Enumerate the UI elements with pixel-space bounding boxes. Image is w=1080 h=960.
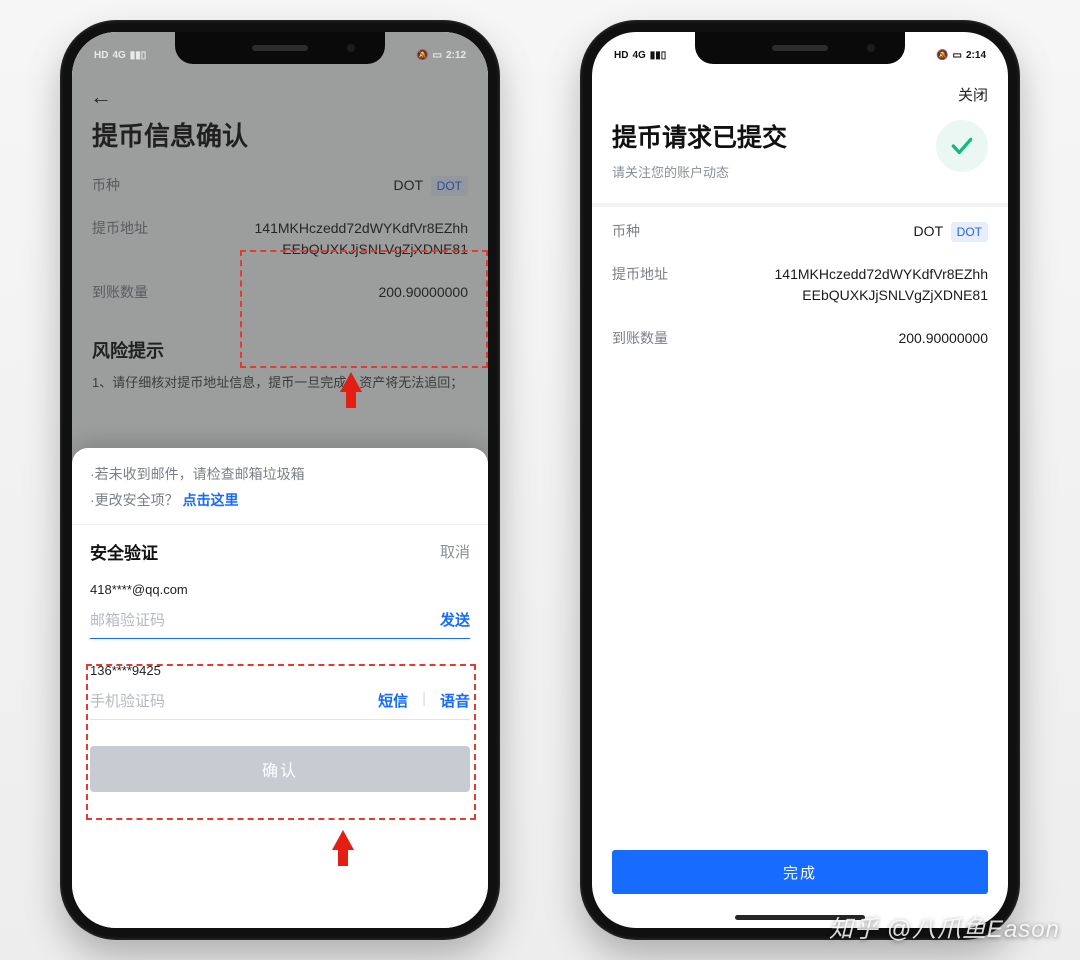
hint-change-security: ·更改安全项？ 点击这里 [90, 490, 470, 510]
signal-icon: ▮▮▯ [130, 50, 147, 61]
change-security-link[interactable]: 点击这里 [183, 492, 239, 508]
signal-icon: ▮▮▯ [650, 50, 667, 61]
battery-icon: ▭ [433, 50, 442, 61]
carrier-badge: HD [94, 50, 108, 61]
network-icon: 4G [112, 50, 125, 61]
watermark: 知乎 @八爪鱼Eason [829, 909, 1060, 944]
chain-badge: DOT [951, 222, 988, 242]
withdraw-submitted-page: 关闭 提币请求已提交 请关注您的账户动态 币种 DOT DOT [592, 32, 1008, 928]
dnd-icon: 🔕 [936, 50, 948, 61]
value-address: 141MKHczedd72dWYKdfVr8EZhh EEbQUXKJjSNLV… [775, 264, 988, 306]
cancel-button[interactable]: 取消 [440, 541, 470, 562]
phone-mock-left: HD 4G ▮▮▯ 🔕 ▭ 2:12 ← 提币信息确认 币种 [60, 20, 500, 940]
hint-check-spam: ·若未收到邮件，请检查邮箱垃圾箱 [90, 464, 470, 484]
dnd-icon: 🔕 [416, 50, 428, 61]
success-check-icon [936, 120, 988, 172]
confirm-button[interactable]: 确认 [90, 746, 470, 792]
email-code-placeholder: 邮箱验证码 [90, 609, 165, 630]
notch [175, 32, 385, 64]
screen-left: HD 4G ▮▮▯ 🔕 ▭ 2:12 ← 提币信息确认 币种 [72, 32, 488, 928]
send-voice-button[interactable]: 语音 [440, 690, 470, 711]
annotation-arrow-up-icon [332, 830, 354, 850]
email-masked: 418****@qq.com [90, 582, 470, 597]
notch [695, 32, 905, 64]
email-code-input[interactable]: 邮箱验证码 发送 [90, 597, 470, 639]
label-address: 提币地址 [612, 264, 668, 284]
close-button[interactable]: 关闭 [958, 84, 988, 105]
label-amount: 到账数量 [612, 328, 668, 348]
battery-icon: ▭ [953, 50, 962, 61]
security-verify-sheet: ·若未收到邮件，请检查邮箱垃圾箱 ·更改安全项？ 点击这里 安全验证 取消 41… [72, 448, 488, 928]
network-icon: 4G [632, 50, 645, 61]
clock: 2:14 [966, 50, 986, 61]
done-button[interactable]: 完成 [612, 850, 988, 894]
phone-code-input[interactable]: 手机验证码 短信 | 语音 [90, 678, 470, 720]
clock: 2:12 [446, 50, 466, 61]
page-subtitle: 请关注您的账户动态 [612, 162, 787, 181]
phone-masked: 136****9425 [90, 663, 470, 678]
value-amount: 200.90000000 [898, 328, 988, 349]
annotation-arrow-up-icon [340, 372, 362, 392]
sheet-title: 安全验证 [90, 539, 158, 564]
label-coin: 币种 [612, 221, 640, 241]
send-email-code-button[interactable]: 发送 [440, 609, 470, 630]
phone-code-placeholder: 手机验证码 [90, 690, 165, 711]
phone-mock-right: HD 4G ▮▮▯ 🔕 ▭ 2:14 关闭 提币请求已提交 请关注您的账户动态 [580, 20, 1020, 940]
screen-right: HD 4G ▮▮▯ 🔕 ▭ 2:14 关闭 提币请求已提交 请关注您的账户动态 [592, 32, 1008, 928]
section-divider [592, 203, 1008, 207]
divider: | [422, 690, 426, 711]
send-sms-button[interactable]: 短信 [378, 690, 408, 711]
value-coin: DOT DOT [913, 221, 988, 242]
carrier-badge: HD [614, 50, 628, 61]
page-title: 提币请求已提交 [612, 118, 787, 154]
